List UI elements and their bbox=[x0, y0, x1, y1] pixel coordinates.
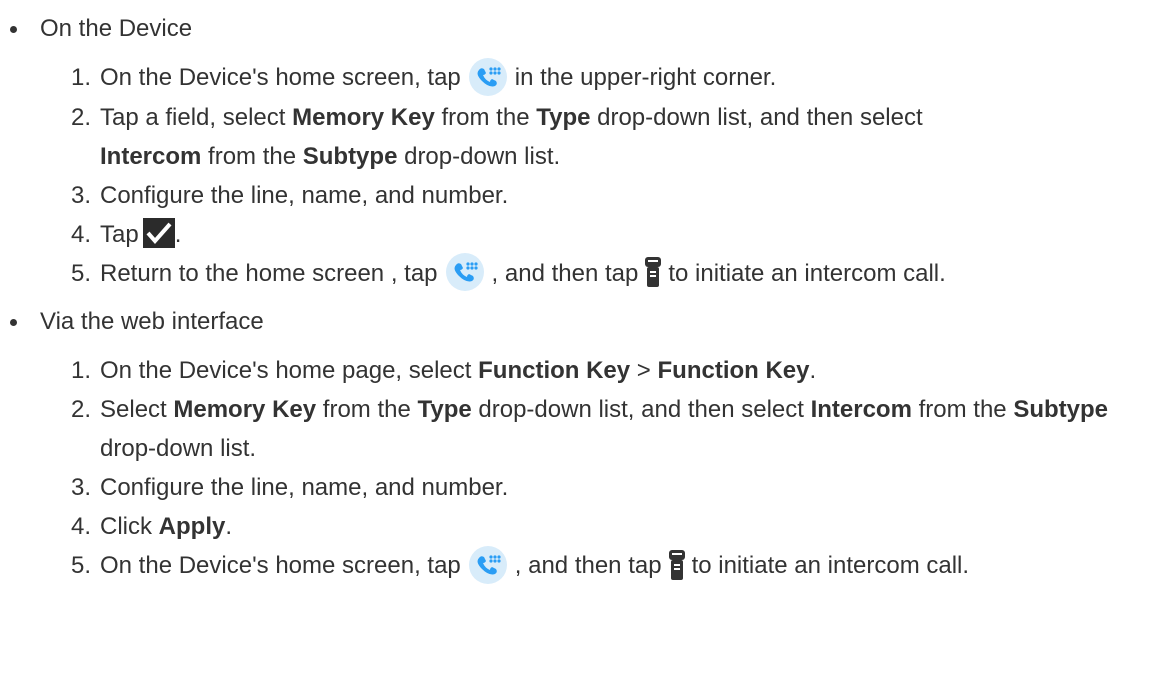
step-text: . bbox=[225, 513, 233, 541]
step-text: Return to the home screen , tap bbox=[100, 259, 438, 287]
intercom-walkie-icon bbox=[642, 255, 664, 289]
step-text: On the Device's home page, select bbox=[100, 357, 479, 385]
step-text: from the bbox=[316, 396, 418, 424]
step-text: to initiate an intercom call. bbox=[668, 259, 946, 287]
checkmark-icon bbox=[142, 218, 175, 249]
step-number: 5. bbox=[71, 259, 92, 287]
bullet-dot bbox=[10, 26, 17, 33]
step-text: drop-down list. bbox=[397, 142, 561, 170]
step-item: 3. Configure the line, name, and number. bbox=[0, 468, 1162, 507]
step-item: 5. Return to the home screen , tap , and … bbox=[0, 253, 1162, 294]
step-number: 2. bbox=[71, 103, 92, 131]
ui-term: Intercom bbox=[100, 142, 202, 170]
step-text: Configure the line, name, and number. bbox=[100, 474, 509, 502]
section-title: On the Device bbox=[40, 15, 193, 42]
step-item: 1. On the Device's home screen, tap in th… bbox=[0, 57, 1162, 98]
ui-term: Memory Key bbox=[173, 396, 317, 424]
step-text: . bbox=[809, 357, 817, 385]
step-item: 1. On the Device's home page, select Fun… bbox=[0, 351, 1162, 390]
step-text: drop-down list, and then select bbox=[471, 396, 811, 424]
step-text: Tap a field, select bbox=[100, 103, 293, 131]
step-text: > bbox=[630, 357, 658, 385]
step-text: drop-down list. bbox=[100, 435, 257, 463]
step-text: from the bbox=[434, 103, 537, 131]
phone-dialpad-icon bbox=[468, 545, 507, 584]
intercom-walkie-icon bbox=[666, 548, 688, 582]
section-web-interface: Via the web interface 1. On the Device's… bbox=[0, 293, 1162, 586]
step-number: 2. bbox=[71, 396, 92, 424]
bullet-dot bbox=[10, 319, 17, 327]
step-text: , and then tap bbox=[491, 259, 639, 287]
step-text: to initiate an intercom call. bbox=[691, 552, 970, 580]
ui-term: Memory Key bbox=[292, 103, 435, 131]
ui-term: Subtype bbox=[302, 142, 398, 170]
step-item: 4. Tap. bbox=[0, 215, 1162, 254]
document: On the Device 1. On the Device's home sc… bbox=[0, 0, 1162, 586]
step-number: 3. bbox=[71, 181, 92, 209]
phone-dialpad-icon bbox=[445, 253, 484, 292]
step-text: Select bbox=[100, 396, 174, 424]
step-text: On the Device's home screen, tap bbox=[100, 64, 461, 91]
step-text: Click bbox=[100, 513, 159, 541]
step-item: 3. Configure the line, name, and number. bbox=[0, 176, 1162, 215]
step-number: 1. bbox=[71, 64, 92, 91]
step-text: drop-down list, and then select bbox=[590, 103, 923, 131]
bullet-item: On the Device bbox=[0, 0, 1162, 58]
ui-term: Intercom bbox=[810, 396, 912, 424]
step-item: 4. Click Apply. bbox=[0, 507, 1162, 546]
step-text: . bbox=[174, 220, 182, 248]
step-text: Tap bbox=[100, 220, 139, 248]
steps-list: 1. On the Device's home screen, tap in th… bbox=[0, 57, 1162, 294]
step-number: 3. bbox=[71, 474, 92, 502]
bullet-item: Via the web interface bbox=[0, 293, 1162, 351]
step-item: 2. Tap a field, select Memory Key from t… bbox=[0, 98, 1162, 176]
step-text: from the bbox=[911, 396, 1014, 424]
step-text: Configure the line, name, and number. bbox=[100, 181, 509, 209]
step-text: On the Device's home screen, tap bbox=[100, 552, 461, 580]
step-number: 5. bbox=[71, 552, 92, 580]
ui-term: Type bbox=[536, 103, 591, 131]
section-title: Via the web interface bbox=[40, 308, 264, 336]
ui-term: Subtype bbox=[1013, 396, 1108, 424]
ui-term: Apply bbox=[158, 513, 226, 541]
step-number: 1. bbox=[71, 357, 92, 385]
ui-term: Function Key bbox=[478, 357, 631, 385]
step-number: 4. bbox=[71, 513, 92, 541]
ui-term: Function Key bbox=[657, 357, 810, 385]
steps-list: 1. On the Device's home page, select Fun… bbox=[0, 351, 1162, 586]
ui-term: Type bbox=[417, 396, 472, 424]
section-on-device: On the Device 1. On the Device's home sc… bbox=[0, 0, 1162, 293]
step-number: 4. bbox=[71, 220, 92, 248]
step-item: 5. On the Device's home screen, tap , and… bbox=[0, 545, 1162, 586]
step-item: 2. Select Memory Key from the Type drop-… bbox=[0, 390, 1162, 468]
step-text: , and then tap bbox=[514, 552, 662, 580]
phone-dialpad-icon bbox=[468, 57, 507, 96]
step-text: in the upper-right corner. bbox=[514, 64, 777, 91]
step-text: from the bbox=[201, 142, 303, 170]
